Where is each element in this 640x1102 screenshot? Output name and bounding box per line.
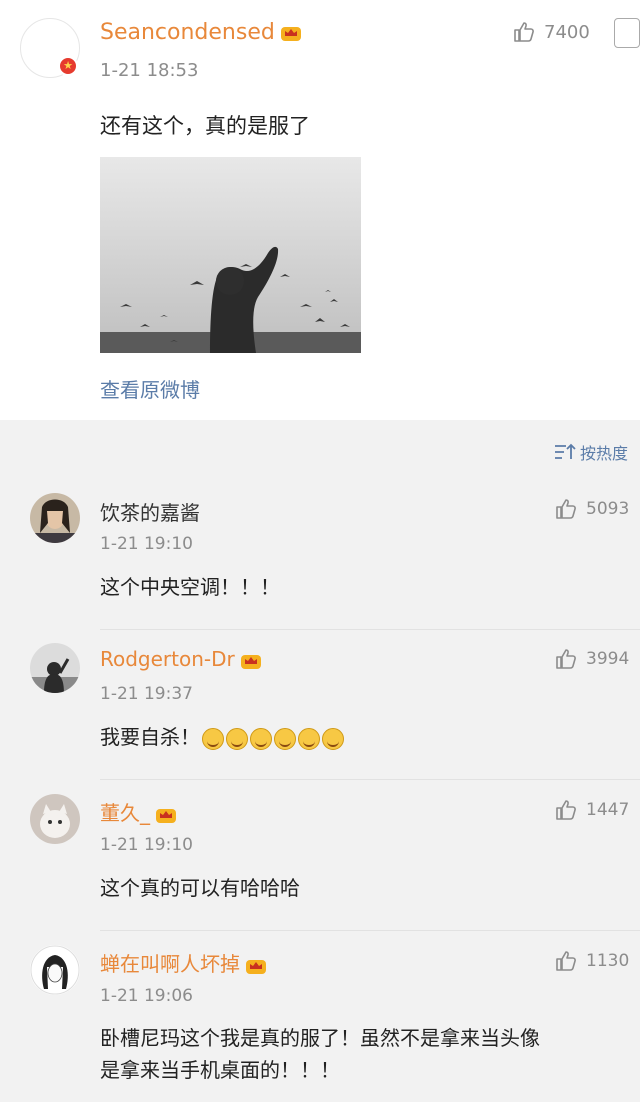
post-username-text[interactable]: Seancondensed	[100, 20, 275, 45]
avatar[interactable]	[30, 493, 80, 543]
emoji-icon	[274, 727, 296, 750]
comment-like-count: 5093	[586, 499, 630, 519]
post-image[interactable]	[100, 157, 361, 353]
comment-text: 我要自杀！	[100, 721, 344, 750]
avatar[interactable]	[30, 794, 80, 844]
comment-text: 这个中央空调！！！	[100, 575, 280, 599]
comment-icon[interactable]	[614, 18, 640, 48]
comment-text: 这个真的可以有哈哈哈	[100, 876, 300, 900]
comment-text-line: 卧槽尼玛这个我是真的服了！虽然不是拿来当头像	[100, 1026, 540, 1050]
sort-by-hot-button[interactable]: 按热度	[554, 440, 628, 464]
main-post: ★ Seancondensed 1-21 18:53 7400 还有这个，真的是…	[0, 0, 640, 420]
thumbs-up-icon	[514, 22, 534, 42]
crown-icon	[280, 27, 301, 41]
comment-like-button[interactable]: 3994	[554, 647, 629, 671]
comment-time: 1-21 19:06	[100, 986, 193, 1006]
comment-time: 1-21 19:10	[100, 534, 193, 554]
divider	[100, 629, 640, 630]
crown-icon	[246, 959, 266, 974]
crown-icon	[156, 808, 176, 823]
verified-badge-icon: ★	[58, 56, 78, 76]
comment-like-button[interactable]: 1447	[554, 798, 629, 822]
comment-username[interactable]: 饮茶的嘉酱	[100, 497, 200, 526]
comment-username[interactable]: Rodgerton-Dr	[100, 647, 263, 671]
emoji-icon	[298, 727, 320, 750]
comment-username[interactable]: 董久_	[100, 797, 178, 826]
comment-username-text[interactable]: Rodgerton-Dr	[100, 647, 235, 671]
post-text: 还有这个，真的是服了	[100, 114, 310, 138]
comment-like-button[interactable]: 1130	[554, 949, 629, 973]
sort-icon	[554, 443, 576, 459]
post-like-button[interactable]: 7400	[512, 20, 590, 44]
post-like-count: 7400	[544, 21, 590, 43]
thumbs-up-icon	[556, 499, 576, 519]
post-time: 1-21 18:53	[100, 60, 199, 81]
comment-text-line: 是拿来当手机桌面的！！！	[100, 1058, 340, 1082]
divider	[100, 779, 640, 780]
thumbs-up-icon	[556, 800, 576, 820]
thumbs-up-icon	[556, 951, 576, 971]
sort-label: 按热度	[579, 444, 628, 463]
crown-icon	[240, 654, 261, 669]
comment-like-count: 1447	[586, 800, 630, 820]
comment-like-count: 1130	[586, 951, 630, 971]
comment-time: 1-21 19:10	[100, 835, 193, 855]
divider	[100, 930, 640, 931]
avatar[interactable]	[30, 945, 80, 995]
comment-username[interactable]: 蝉在叫啊人坏掉	[100, 948, 268, 977]
emoji-icon	[226, 727, 248, 750]
emoji-icon	[322, 727, 344, 750]
view-original-link[interactable]: 查看原微博	[100, 374, 200, 403]
post-username[interactable]: Seancondensed	[100, 20, 303, 45]
comment-username-text[interactable]: 董久_	[100, 801, 150, 825]
emoji-icon	[202, 727, 224, 750]
emoji-icon	[250, 727, 272, 750]
comment-username-text[interactable]: 蝉在叫啊人坏掉	[100, 952, 240, 976]
comment-like-count: 3994	[586, 649, 630, 669]
comment-time: 1-21 19:37	[100, 684, 193, 704]
comment-like-button[interactable]: 5093	[554, 497, 629, 521]
comment-text-content: 我要自杀！	[100, 725, 200, 749]
avatar[interactable]	[30, 643, 80, 693]
thumbs-up-icon	[556, 649, 576, 669]
